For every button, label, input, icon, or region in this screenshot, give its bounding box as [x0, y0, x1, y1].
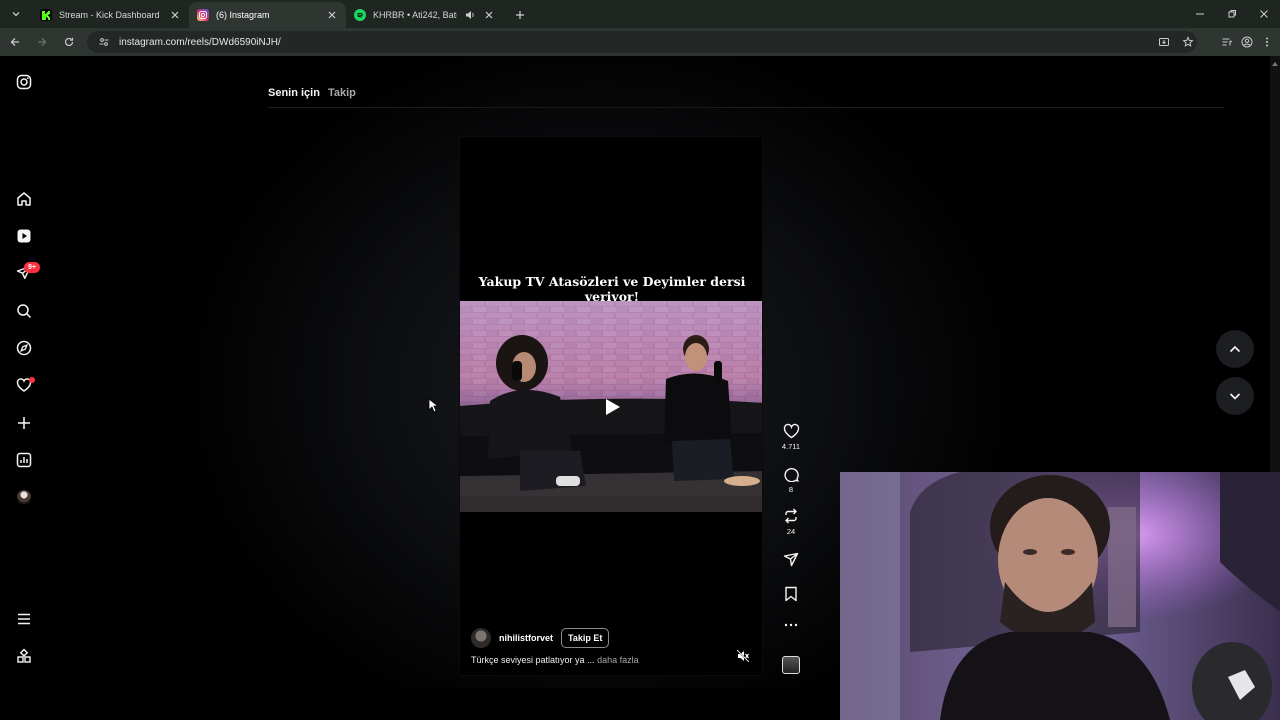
mouse-cursor-icon — [428, 398, 438, 413]
spotify-favicon-icon — [354, 9, 366, 21]
browser-toolbar: instagram.com/reels/DWd6590iNJH/ — [0, 28, 1280, 56]
author-username[interactable]: nihilistforvet — [499, 633, 553, 643]
browser-tab-kick[interactable]: Stream - Kick Dashboard — [32, 2, 189, 28]
more-link[interactable]: daha fazla — [597, 655, 639, 665]
address-bar[interactable]: instagram.com/reels/DWd6590iNJH/ — [87, 31, 1197, 53]
explore-compass-icon[interactable] — [14, 338, 34, 358]
restore-button[interactable] — [1216, 0, 1248, 28]
new-tab-button[interactable] — [509, 4, 531, 26]
reels-icon[interactable] — [14, 226, 34, 246]
share-icon — [783, 552, 799, 567]
reload-icon — [64, 37, 74, 47]
arrow-right-icon — [38, 38, 47, 46]
video-frame[interactable] — [460, 301, 762, 512]
scroll-up-arrow-icon[interactable] — [1272, 60, 1278, 68]
home-icon[interactable] — [14, 189, 34, 209]
save-action[interactable] — [779, 586, 803, 602]
reload-button[interactable] — [57, 30, 81, 54]
close-tab-icon[interactable] — [169, 9, 181, 21]
previous-reel-button[interactable] — [1216, 330, 1254, 368]
instagram-logo-icon[interactable] — [14, 72, 34, 92]
create-plus-icon[interactable] — [14, 413, 34, 433]
chevron-up-icon — [1229, 345, 1241, 353]
reels-feed-tabs: Senin için Takip — [268, 87, 356, 99]
speaker-icon[interactable] — [464, 9, 476, 21]
reel-caption-overlay: Yakup TV Atasözleri ve Deyimler dersi ve… — [478, 274, 746, 304]
reel-author-row: nihilistforvet Takip Et — [471, 628, 610, 648]
audio-thumbnail[interactable] — [782, 656, 800, 674]
tab-title: (6) Instagram — [216, 10, 270, 20]
heart-icon — [783, 423, 799, 439]
forward-button[interactable] — [30, 30, 54, 54]
minimize-button[interactable] — [1184, 0, 1216, 28]
search-icon[interactable] — [14, 301, 34, 321]
instagram-sidebar: 9+ — [0, 56, 48, 688]
comment-icon — [784, 467, 799, 482]
more-menu-icon[interactable] — [14, 609, 34, 629]
reel-video-player[interactable]: Yakup TV Atasözleri ve Deyimler dersi ve… — [459, 136, 763, 676]
divider — [268, 107, 1224, 108]
back-button[interactable] — [3, 30, 27, 54]
reel-description: Türkçe seviyesi patlatıyor ya ... daha f… — [471, 655, 639, 665]
profile-icon[interactable] — [1238, 33, 1256, 51]
bookmark-star-icon[interactable] — [1179, 33, 1197, 51]
instagram-favicon-icon — [197, 9, 209, 21]
play-icon[interactable] — [605, 398, 621, 416]
kebab-menu-icon[interactable] — [1258, 33, 1276, 51]
tab-title: Stream - Kick Dashboard — [59, 10, 160, 20]
plus-icon — [516, 11, 524, 19]
like-count: 4.711 — [781, 442, 801, 451]
more-options-action[interactable] — [779, 622, 803, 628]
profile-avatar[interactable] — [14, 487, 34, 507]
bookmark-icon — [785, 586, 797, 602]
close-tab-icon[interactable] — [483, 9, 495, 21]
media-controls-icon[interactable] — [1218, 33, 1236, 51]
browser-tab-strip: Stream - Kick Dashboard (6) Instagram KH… — [0, 0, 1280, 28]
tab-following[interactable]: Takip — [328, 87, 356, 99]
author-avatar[interactable] — [471, 628, 491, 648]
share-action[interactable] — [779, 552, 803, 568]
follow-button[interactable]: Takip Et — [561, 628, 610, 648]
next-reel-button[interactable] — [1216, 377, 1254, 415]
chevron-down-icon — [1229, 393, 1241, 400]
site-info-icon[interactable] — [95, 33, 113, 51]
window-controls — [1184, 0, 1280, 28]
tab-for-you[interactable]: Senin için — [268, 87, 320, 99]
repost-action[interactable]: 24 — [779, 508, 803, 536]
url-text: instagram.com/reels/DWd6590iNJH/ — [119, 36, 281, 48]
repost-count: 24 — [786, 527, 796, 536]
arrow-left-icon — [10, 38, 19, 46]
avatar — [17, 490, 31, 504]
comment-count: 8 — [788, 485, 794, 494]
also-from-meta-icon[interactable] — [14, 646, 34, 666]
browser-tab-instagram[interactable]: (6) Instagram — [189, 2, 346, 28]
tab-search-button[interactable] — [4, 3, 28, 25]
chevron-down-icon — [12, 12, 20, 17]
streamer-webcam-image — [840, 472, 1280, 720]
repost-icon — [785, 508, 797, 524]
close-tab-icon[interactable] — [326, 9, 338, 21]
tab-title: KHRBR • Ati242, Batuflex, Lu — [373, 10, 457, 20]
messages-badge: 9+ — [24, 262, 40, 273]
ellipsis-icon — [784, 623, 798, 627]
comment-action[interactable]: 8 — [779, 466, 803, 494]
install-app-icon[interactable] — [1155, 33, 1173, 51]
mute-icon[interactable] — [736, 649, 750, 663]
description-text: Türkçe seviyesi patlatıyor ya ... — [471, 655, 595, 665]
like-action[interactable]: 4.711 — [779, 423, 803, 451]
close-window-button[interactable] — [1248, 0, 1280, 28]
browser-tab-spotify[interactable]: KHRBR • Ati242, Batuflex, Lu — [346, 2, 503, 28]
notifications-dot — [29, 377, 35, 383]
dashboard-chart-icon[interactable] — [14, 450, 34, 470]
webcam-overlay — [840, 472, 1280, 720]
kick-favicon-icon — [40, 9, 52, 21]
toolbar-right — [1218, 33, 1276, 51]
